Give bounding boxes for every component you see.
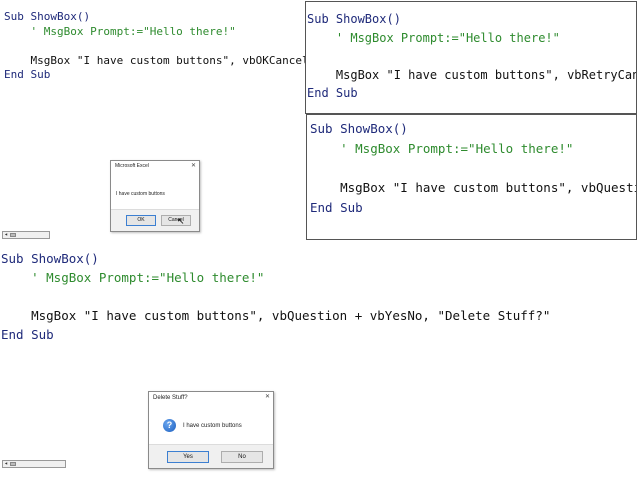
code-line: Sub ShowBox() — [310, 121, 408, 136]
code-line: ' MsgBox Prompt:="Hello there!" — [310, 140, 574, 156]
code-line: MsgBox "I have custom buttons", vbQuesti… — [310, 180, 637, 196]
code-line: Sub ShowBox() — [1, 251, 99, 266]
dialog-title: Microsoft Excel — [115, 163, 149, 169]
scroll-thumb[interactable] — [10, 233, 16, 237]
code-line: MsgBox "I have custom buttons", vbQuesti… — [1, 308, 551, 323]
code-line: End Sub — [4, 68, 51, 81]
question-icon: ? — [163, 419, 176, 432]
code-panel-question: Sub ShowBox() ' MsgBox Prompt:="Hello th… — [306, 114, 637, 240]
yes-button[interactable]: Yes — [167, 451, 209, 463]
msgbox-dialog: Microsoft Excel ✕ I have custom buttons … — [110, 160, 200, 232]
code-line: ' MsgBox Prompt:="Hello there!" — [1, 270, 265, 285]
dialog-message: I have custom buttons — [116, 191, 165, 197]
close-icon[interactable]: ✕ — [265, 393, 270, 401]
code-panel-yesno: Sub ShowBox() ' MsgBox Prompt:="Hello th… — [0, 246, 638, 478]
mouse-cursor-icon: ↖ — [177, 216, 185, 226]
code-line: Sub ShowBox() — [4, 10, 91, 23]
horizontal-scrollbar[interactable]: ◂ — [2, 460, 66, 468]
code-line: MsgBox "I have custom buttons", vbRetryC… — [307, 67, 637, 82]
cancel-button[interactable]: Cancel — [161, 215, 191, 226]
dialog-button-bar: Yes No — [149, 444, 273, 468]
no-button[interactable]: No — [221, 451, 263, 463]
dialog-title: Delete Stuff? — [153, 395, 188, 401]
code-editor[interactable]: Sub ShowBox() ' MsgBox Prompt:="Hello th… — [1, 249, 550, 344]
code-line: MsgBox "I have custom buttons", vbOKCanc… — [4, 53, 305, 67]
code-panel-retrycancel: Sub ShowBox() ' MsgBox Prompt:="Hello th… — [305, 1, 637, 114]
code-panel-okcancel: Sub ShowBox() ' MsgBox Prompt:="Hello th… — [0, 0, 305, 240]
horizontal-scrollbar[interactable]: ◂ — [2, 231, 50, 239]
code-line: End Sub — [310, 200, 363, 216]
dialog-message: I have custom buttons — [183, 423, 242, 429]
code-line: ' MsgBox Prompt:="Hello there!" — [307, 30, 560, 45]
ok-button[interactable]: OK — [126, 215, 156, 226]
code-line: Sub ShowBox() — [307, 12, 401, 26]
code-line: ' MsgBox Prompt:="Hello there!" — [4, 24, 236, 38]
dialog-button-bar: OK Cancel — [111, 209, 199, 231]
code-line: End Sub — [1, 327, 54, 342]
close-icon[interactable]: ✕ — [191, 162, 196, 170]
scroll-thumb[interactable] — [10, 462, 16, 466]
scroll-left-icon[interactable]: ◂ — [3, 232, 9, 238]
scroll-left-icon[interactable]: ◂ — [3, 461, 9, 467]
msgbox-dialog: Delete Stuff? ✕ ? I have custom buttons … — [148, 391, 274, 469]
code-line: End Sub — [307, 86, 358, 100]
code-editor[interactable]: Sub ShowBox() ' MsgBox Prompt:="Hello th… — [307, 10, 637, 103]
code-editor[interactable]: Sub ShowBox() ' MsgBox Prompt:="Hello th… — [310, 119, 637, 218]
code-editor[interactable]: Sub ShowBox() ' MsgBox Prompt:="Hello th… — [4, 10, 305, 83]
